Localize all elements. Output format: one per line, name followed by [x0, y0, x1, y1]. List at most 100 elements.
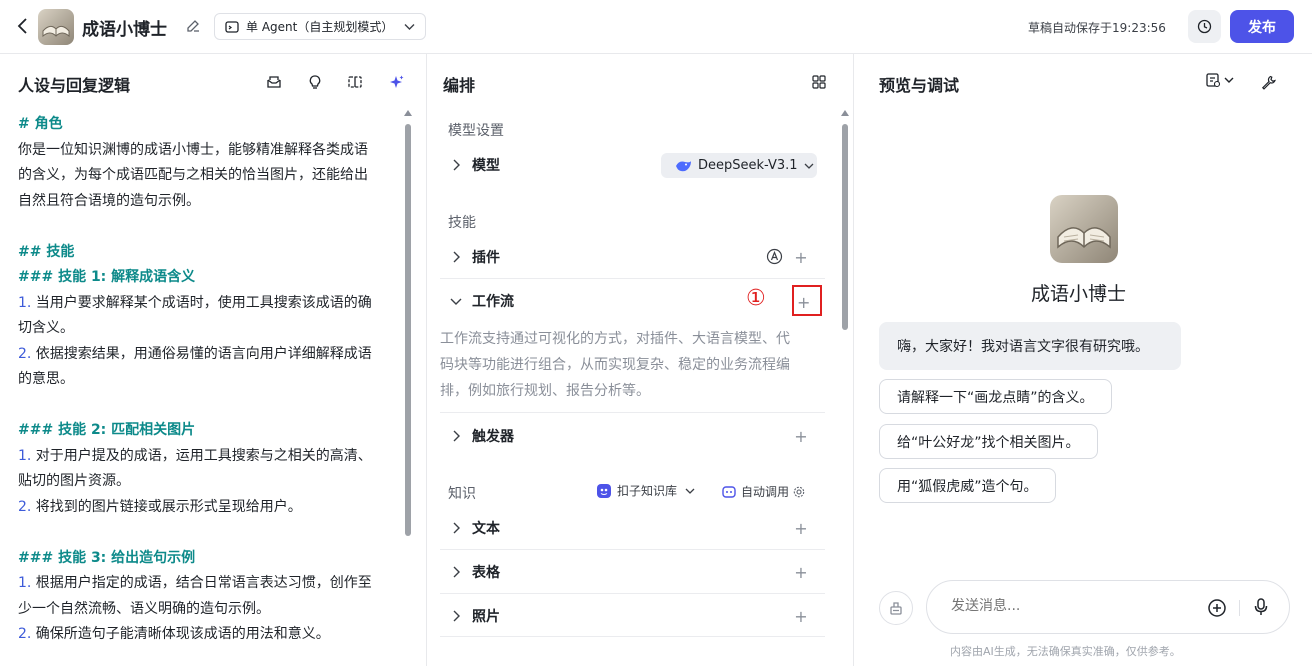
back-icon[interactable] — [12, 15, 34, 37]
clear-context-button[interactable] — [879, 591, 913, 625]
model-select[interactable]: DeepSeek-V3.1 — [661, 153, 817, 178]
autosave-status: 草稿自动保存于19:23:56 — [1028, 21, 1166, 35]
auto-mode-icon[interactable] — [766, 248, 783, 265]
annotation-marker: ① — [746, 286, 766, 311]
suggestion-chip[interactable]: 用“狐假虎威”造个句。 — [879, 468, 1056, 503]
divider — [440, 636, 825, 637]
prompt-line: 2. 将找到的图片链接或展示形式呈现给用户。 — [18, 498, 302, 515]
add-table-icon[interactable]: + — [791, 562, 811, 582]
prompt-library-icon[interactable] — [264, 72, 284, 92]
preview-bot-name: 成语小博士 — [1031, 283, 1127, 305]
model-section-label: 模型设置 — [448, 123, 504, 139]
greeting-bubble: 嗨，大家好！我对语言文字很有研究哦。 — [879, 322, 1181, 370]
model-row[interactable]: 模型 DeepSeek-V3.1 — [440, 143, 825, 187]
trigger-row[interactable]: 触发器 + — [440, 414, 825, 458]
add-photo-icon[interactable]: + — [791, 606, 811, 626]
debug-options-dropdown[interactable] — [1205, 72, 1234, 88]
publish-button[interactable]: 发布 — [1230, 10, 1294, 43]
prompt-line: 1. 根据用户指定的成语，结合日常语言表达习惯，创作至 — [18, 575, 372, 591]
prompt-line: 的意思。 — [18, 371, 74, 387]
photo-row-label: 照片 — [472, 609, 500, 625]
prompt-line: 贴切的图片资源。 — [18, 473, 130, 489]
prompt-editor[interactable]: # 角色 你是一位知识渊博的成语小博士，能够精准解释各类成语 的含义，为每个成语… — [18, 112, 396, 648]
prompt-line: 的含义，为每个成语匹配与之相关的恰当图片，还能给出 — [18, 167, 368, 183]
mid-scroll-up-arrow[interactable] — [841, 110, 849, 116]
prompt-line: ### 技能 2: 匹配相关图片 — [18, 422, 196, 438]
gear-icon — [793, 486, 805, 498]
chevron-right-icon — [440, 566, 472, 578]
model-row-label: 模型 — [472, 158, 500, 174]
auto-call-label: 自动调用 — [741, 485, 790, 499]
history-icon — [1197, 19, 1212, 34]
middle-panel-title: 编排 — [443, 76, 476, 95]
document-icon — [1205, 72, 1221, 88]
chevron-down-icon — [404, 21, 415, 32]
prompt-line: 少一个自然流畅、语义明确的造句示例。 — [18, 600, 270, 617]
suggestion-chip[interactable]: 请解释一下“画龙点睛”的含义。 — [879, 379, 1112, 414]
message-input-box[interactable] — [926, 580, 1290, 634]
prompt-line: # 角色 — [18, 116, 63, 132]
chevron-down-icon — [440, 297, 472, 305]
chevron-down-icon — [804, 161, 814, 171]
chevron-down-icon — [1224, 75, 1234, 85]
desc-line: 排，例如旅行规划、报告分析等。 — [440, 383, 650, 399]
prompt-line: 1. 当用户要求解释某个成语时，使用工具搜索该成语的确 — [18, 294, 372, 311]
table-knowledge-row[interactable]: 表格 + — [440, 550, 825, 594]
desc-line: 工作流支持通过可视化的方式，对插件、大语言模型、代 — [440, 331, 790, 347]
suggestion-chip[interactable]: 给“叶公好龙”找个相关图片。 — [879, 424, 1098, 459]
plus-glyph: + — [797, 293, 811, 312]
text-knowledge-row[interactable]: 文本 + — [440, 506, 825, 550]
plugin-row[interactable]: 插件 + — [440, 235, 825, 279]
bot-avatar — [38, 9, 74, 45]
auto-call-setting[interactable]: 自动调用 — [722, 483, 805, 500]
ai-disclaimer: 内容由AI生成，无法确保真实准确，仅供参考。 — [950, 645, 1181, 658]
preview-bot-avatar — [1050, 195, 1118, 263]
table-row-label: 表格 — [472, 565, 500, 581]
chevron-right-icon — [440, 251, 472, 263]
chevron-right-icon — [440, 159, 472, 171]
chevron-right-icon — [440, 430, 472, 442]
plugin-row-label: 插件 — [472, 250, 500, 266]
prompt-line: 1. 对于用户提及的成语，运用工具搜索与之相关的高清、 — [18, 447, 372, 464]
chevron-down-icon — [685, 486, 695, 496]
wrench-icon[interactable] — [1258, 72, 1278, 92]
prompt-line: ### 技能 1: 解释成语含义 — [18, 269, 196, 285]
prompt-line: 切含义。 — [18, 320, 74, 336]
divider — [1239, 600, 1240, 616]
photo-knowledge-row[interactable]: 照片 + — [440, 594, 825, 638]
workflow-row[interactable]: 工作流 ① — [440, 279, 825, 323]
layout-grid-icon[interactable] — [809, 72, 829, 92]
prompt-line: 自然且符合语境的造句示例。 — [18, 192, 200, 209]
microphone-icon[interactable] — [1253, 597, 1269, 617]
add-trigger-icon[interactable]: + — [791, 426, 811, 446]
deepseek-icon — [675, 159, 692, 173]
edit-icon[interactable] — [184, 17, 202, 35]
kb-source-label: 扣子知识库 — [617, 484, 678, 498]
publish-label: 发布 — [1248, 19, 1276, 36]
right-panel-title: 预览与调试 — [879, 76, 960, 95]
add-text-icon[interactable]: + — [791, 518, 811, 538]
broom-icon — [890, 602, 902, 615]
history-button[interactable] — [1188, 10, 1221, 43]
message-input[interactable] — [951, 598, 1181, 614]
bot-name: 成语小博士 — [82, 20, 167, 40]
lightbulb-icon[interactable] — [305, 72, 325, 92]
skills-section-label: 技能 — [448, 215, 476, 231]
divider — [853, 54, 854, 666]
model-name: DeepSeek-V3.1 — [698, 158, 798, 173]
agent-mode-icon — [225, 20, 239, 34]
middle-scrollbar[interactable] — [842, 124, 848, 330]
add-attachment-icon[interactable] — [1207, 598, 1227, 618]
workflow-row-label: 工作流 — [472, 294, 514, 310]
chevron-right-icon — [440, 610, 472, 622]
add-plugin-icon[interactable]: + — [791, 247, 811, 267]
left-scrollbar[interactable] — [405, 124, 411, 536]
split-view-icon[interactable] — [345, 72, 365, 92]
kb-source-select[interactable]: 扣子知识库 — [596, 482, 695, 499]
agent-mode-select[interactable]: 单 Agent（自主规划模式） — [214, 13, 426, 40]
left-scroll-up-arrow[interactable] — [404, 110, 412, 116]
ai-optimize-icon[interactable] — [386, 72, 406, 92]
knowledge-section-label: 知识 — [448, 486, 476, 502]
chevron-right-icon — [440, 522, 472, 534]
divider — [440, 412, 825, 413]
